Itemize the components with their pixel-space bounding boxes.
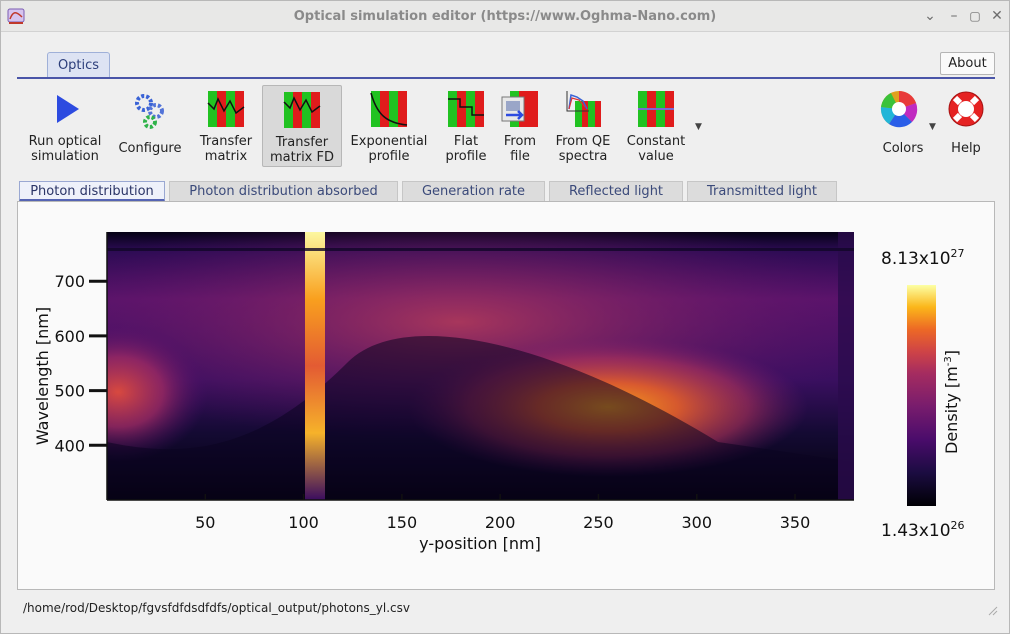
x-tick-label: 300 [681, 513, 712, 532]
btn-label-line2: matrix [204, 149, 248, 164]
color-wheel-icon [880, 90, 918, 128]
constant-value-icon [636, 89, 676, 129]
close-icon[interactable]: ✕ [989, 8, 1005, 24]
btn-label-line1: Transfer [199, 134, 253, 149]
y-tick-label: 700 [54, 272, 85, 291]
ribbon-overflow-arrow-icon[interactable]: ▼ [695, 122, 702, 132]
status-file-path: /home/rod/Desktop/fgvsfdfdsdfdfs/optical… [23, 601, 410, 615]
tab-transmitted-light[interactable]: Transmitted light [687, 181, 837, 202]
resize-grip-icon[interactable] [986, 604, 998, 616]
minimize-icon[interactable]: – [946, 8, 962, 24]
btn-label-line1: Configure [118, 141, 182, 156]
btn-label-line1: From QE [555, 134, 611, 149]
transfer-matrix-fd-icon [282, 90, 322, 130]
plot-panel: 50 100 150 200 250 300 350 400 500 600 700 y-posit… [17, 201, 995, 590]
about-button[interactable]: About [940, 52, 995, 75]
from-file-button[interactable]: From file [496, 85, 544, 167]
x-tick-label: 150 [387, 513, 418, 532]
colorbar-label-base: Density [m [942, 366, 961, 454]
title-bar: Optical simulation editor (https://www.O… [1, 1, 1009, 32]
play-icon [57, 95, 79, 123]
tab-underline [17, 77, 995, 79]
tab-generation-rate[interactable]: Generation rate [402, 181, 545, 202]
btn-label-line1: Constant [626, 134, 686, 149]
help-button[interactable]: Help [943, 85, 989, 167]
y-axis-label: Wavelength [nm] [33, 307, 52, 445]
transfer-matrix-button[interactable]: Transfer matrix [193, 85, 259, 167]
heatmap-bright-stripe [305, 232, 325, 500]
window-title: Optical simulation editor (https://www.O… [293, 9, 717, 24]
y-tick-label: 400 [54, 436, 85, 455]
colors-dropdown-arrow-icon[interactable]: ▼ [929, 122, 936, 132]
transfer-matrix-fd-button[interactable]: Transfer matrix FD [262, 85, 342, 167]
maximize-icon[interactable]: ▢ [967, 8, 983, 24]
colorbar-label-end: ] [942, 350, 961, 356]
x-axis-label: y-position [nm] [419, 534, 541, 553]
tab-photon-distribution[interactable]: Photon distribution [19, 181, 165, 202]
x-tick-label: 250 [583, 513, 614, 532]
qe-spectra-icon [563, 89, 603, 129]
flat-profile-icon [446, 89, 486, 129]
btn-label-line1: Colors [882, 141, 924, 156]
btn-label-line1: Flat [453, 134, 479, 149]
flat-profile-button[interactable]: Flat profile [439, 85, 493, 167]
btn-label-line1: Transfer [275, 135, 329, 150]
btn-label-line2: profile [445, 149, 487, 164]
colors-button[interactable]: Colors [871, 85, 935, 167]
colorbar-max-label: 8.13x1027 [881, 247, 965, 269]
y-tick-label: 600 [54, 327, 85, 346]
collapse-icon[interactable]: ⌄ [922, 8, 938, 24]
exponential-profile-icon [369, 89, 409, 129]
x-tick-label: 50 [195, 513, 215, 532]
constant-value-button[interactable]: Constant value [621, 85, 691, 167]
colorbar [907, 285, 936, 506]
heatmap-right-edge [838, 232, 854, 500]
colorbar-min-exponent: 26 [951, 519, 965, 532]
x-tick-label: 200 [485, 513, 516, 532]
exponential-profile-button[interactable]: Exponential profile [347, 85, 431, 167]
btn-label-line1: Exponential [350, 134, 428, 149]
y-tick-label: 500 [54, 382, 85, 401]
colorbar-label: Density [m-3] [942, 350, 961, 454]
configure-button[interactable]: Configure [113, 85, 187, 167]
x-tick-label: 350 [780, 513, 811, 532]
heatmap-image [107, 232, 854, 500]
btn-label-line2: value [638, 149, 674, 164]
heatmap-line [107, 248, 854, 251]
tab-optics[interactable]: Optics [47, 52, 110, 78]
from-file-icon [500, 89, 540, 129]
gears-icon [135, 94, 164, 129]
colorbar-min-mantissa: 1.43x10 [881, 521, 951, 541]
app-window: Optical simulation editor (https://www.O… [0, 0, 1010, 634]
tab-reflected-light[interactable]: Reflected light [549, 181, 683, 202]
btn-label-line1: Run optical [28, 134, 102, 149]
from-qe-spectra-button[interactable]: From QE spectra [550, 85, 616, 167]
transfer-matrix-icon [206, 89, 246, 129]
heatmap-chart[interactable]: 50 100 150 200 250 300 350 400 500 600 700 y-posit… [18, 202, 996, 591]
x-tick-label: 100 [288, 513, 319, 532]
btn-label-line1: Help [951, 141, 981, 156]
colorbar-max-exponent: 27 [951, 247, 965, 260]
btn-label-line2: spectra [558, 149, 608, 164]
colorbar-max-mantissa: 8.13x10 [881, 249, 951, 269]
run-optical-simulation-button[interactable]: Run optical simulation [23, 85, 107, 167]
lifebuoy-icon [948, 91, 984, 127]
btn-label-line2: simulation [31, 149, 99, 164]
btn-label-line1: From [503, 134, 537, 149]
btn-label-line2: matrix FD [270, 150, 334, 165]
btn-label-line2: profile [368, 149, 410, 164]
colorbar-min-label: 1.43x1026 [881, 519, 965, 541]
colorbar-label-exp: -3 [943, 356, 954, 366]
tab-photon-distribution-absorbed[interactable]: Photon distribution absorbed [169, 181, 398, 202]
btn-label-line2: file [510, 149, 530, 164]
